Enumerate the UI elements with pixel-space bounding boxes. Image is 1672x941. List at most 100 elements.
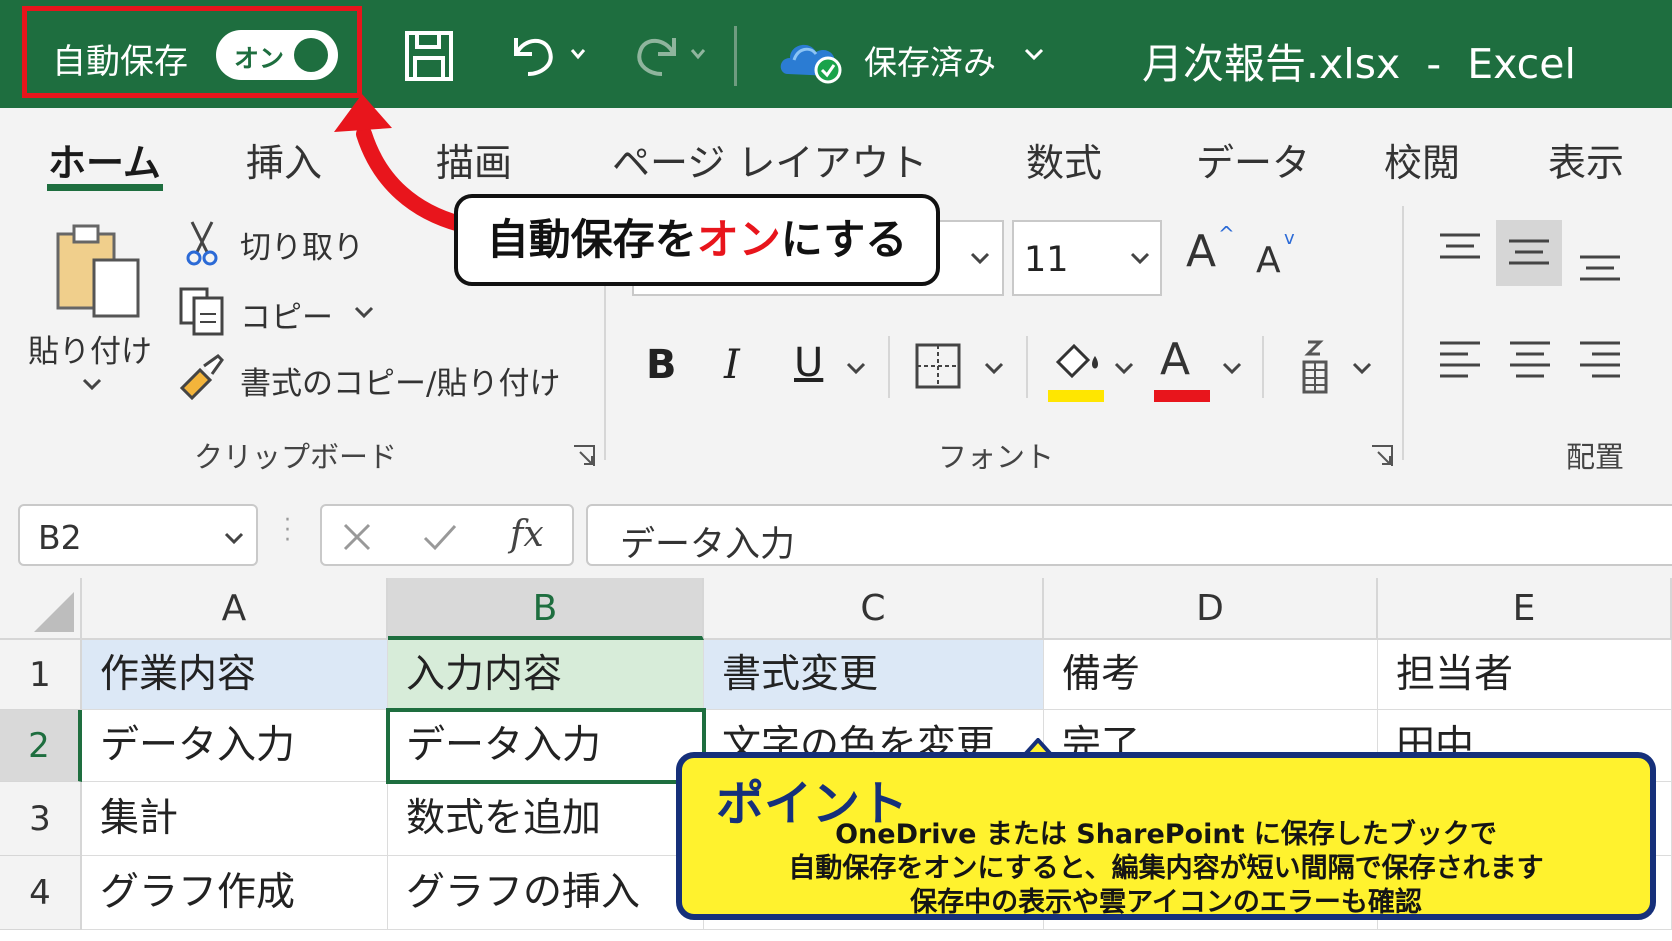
autosave-label: 自動保存 [52,42,188,82]
cloud-saved-icon[interactable] [776,30,846,84]
select-all-triangle-icon [34,592,74,632]
font-size-value: 11 [1024,240,1069,280]
chevron-down-icon [970,252,990,265]
align-middle-icon [1509,239,1549,265]
clipboard-group-label: クリップボード [194,440,398,474]
autosave-toggle[interactable]: オン [216,30,338,80]
row-header-4[interactable]: 4 [0,856,82,930]
cell-a2[interactable]: データ入力 [82,710,388,782]
cell-e1[interactable]: 担当者 [1378,640,1672,710]
align-right-icon[interactable] [1578,340,1622,380]
alignment-group-label: 配置 [1566,440,1625,474]
format-painter-icon[interactable] [178,352,226,400]
formula-actions: fx [320,504,574,566]
chevron-down-icon[interactable] [1024,48,1044,62]
cell-a4[interactable]: グラフ作成 [82,856,388,930]
font-dialog-launcher-icon[interactable] [1370,444,1394,468]
paste-label[interactable]: 貼り付け [28,326,152,371]
font-color-chevron-icon[interactable] [1222,362,1242,376]
borders-icon[interactable] [914,342,962,390]
formula-bar: B2 · · · fx データ入力 [0,486,1672,578]
undo-icon[interactable] [506,32,586,78]
titlebar-divider [734,26,737,86]
tab-home-underline [47,184,163,191]
align-center-icon[interactable] [1508,340,1552,380]
ribbon: ホーム 挿入 描画 ページ レイアウト 数式 データ 校閲 表示 貼り付け 切り… [0,108,1672,486]
tab-page-layout[interactable]: ページ レイアウト [612,132,927,187]
tab-data[interactable]: データ [1196,132,1310,187]
cancel-icon[interactable] [342,522,372,552]
cell-b4[interactable]: グラフの挿入 [388,856,704,930]
font-color-button[interactable]: A [1160,334,1190,385]
shrink-font-button[interactable]: A [1256,240,1281,281]
underline-button[interactable]: U [794,340,823,386]
row-header-1[interactable]: 1 [0,640,82,710]
chevron-down-icon [224,532,244,545]
select-all-corner[interactable] [0,578,82,640]
column-header-c[interactable]: C [704,578,1044,640]
callout-arrow-icon [334,94,468,232]
column-header-d[interactable]: D [1044,578,1378,640]
name-box[interactable]: B2 [18,504,258,566]
align-top-icon[interactable] [1438,232,1482,262]
align-bottom-icon[interactable] [1578,254,1622,284]
paste-chevron-icon[interactable] [82,378,102,392]
ribbon-separator [1402,206,1404,460]
cut-icon[interactable] [184,220,220,266]
phonetic-guide-icon[interactable] [1298,338,1332,396]
document-title: 月次報告.xlsx - Excel [1142,40,1576,88]
cell-d1[interactable]: 備考 [1044,640,1378,710]
underline-chevron-icon[interactable] [846,362,866,376]
tab-view[interactable]: 表示 [1548,132,1624,187]
save-status[interactable]: 保存済み [864,36,996,84]
align-left-icon[interactable] [1438,340,1482,380]
callout-highlight: オン [696,215,781,264]
grow-font-button[interactable]: A [1186,226,1216,277]
phonetic-chevron-icon[interactable] [1352,362,1372,376]
shrink-font-caret-icon: v [1284,228,1295,249]
ribbon-separator [1262,336,1264,398]
bold-button[interactable]: B [646,342,677,388]
cell-a3[interactable]: 集計 [82,782,388,856]
chevron-down-icon [1130,252,1150,265]
italic-button[interactable]: I [724,342,740,388]
callout-prefix: 自動保存を [486,215,697,264]
paste-icon[interactable] [54,220,144,320]
tab-review[interactable]: 校閲 [1384,132,1460,187]
enter-check-icon[interactable] [422,522,458,552]
save-icon[interactable] [404,30,454,82]
copy-icon[interactable] [178,286,226,336]
redo-icon [637,38,706,76]
insert-function-button[interactable]: fx [510,514,544,555]
formula-value: データ入力 [620,525,796,565]
toggle-knob [294,38,328,72]
cell-a1[interactable]: 作業内容 [82,640,388,710]
format-painter-label[interactable]: 書式のコピー/貼り付け [240,358,560,403]
autosave-callout: 自動保存をオンにする [454,194,940,286]
borders-chevron-icon[interactable] [984,362,1004,376]
row-header-3[interactable]: 3 [0,782,82,856]
tab-formulas[interactable]: 数式 [1026,132,1102,187]
font-group-label: フォント [938,440,1055,474]
copy-label[interactable]: コピー [240,292,333,337]
callout-suffix: にする [780,215,908,264]
align-middle-button[interactable] [1496,220,1562,286]
fill-color-chevron-icon[interactable] [1114,362,1134,376]
formula-input[interactable]: データ入力 [586,504,1672,566]
column-header-a[interactable]: A [82,578,388,640]
point-note-box: ポイント OneDrive または SharePoint に保存したブックで 自… [676,752,1656,920]
name-box-value: B2 [38,518,82,557]
cell-b1[interactable]: 入力内容 [388,640,704,710]
font-size-dropdown[interactable]: 11 [1012,220,1162,296]
copy-chevron-icon[interactable] [354,306,374,320]
column-header-b[interactable]: B [388,578,704,640]
column-header-e[interactable]: E [1378,578,1672,640]
cell-b3[interactable]: 数式を追加 [388,782,704,856]
row-header-2[interactable]: 2 [0,710,82,782]
tab-home[interactable]: ホーム [48,132,161,187]
ribbon-separator [1026,336,1028,398]
tab-insert[interactable]: 挿入 [246,132,322,187]
clipboard-dialog-launcher-icon[interactable] [572,444,596,468]
cell-c1[interactable]: 書式変更 [704,640,1044,710]
fill-color-icon[interactable] [1048,334,1104,394]
